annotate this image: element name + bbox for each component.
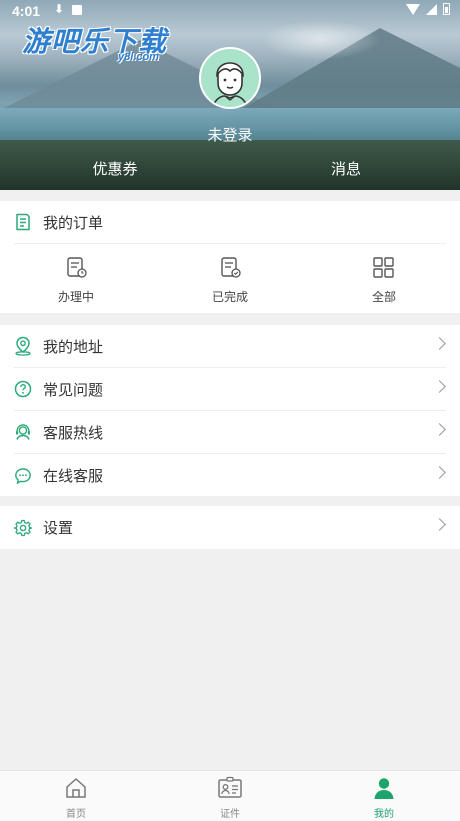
menu-item-faq[interactable]: 常见问题 [14, 368, 446, 411]
nav-home-label: 首页 [66, 809, 86, 820]
home-icon [66, 778, 86, 798]
chevron-right-icon [433, 518, 446, 531]
gear-icon [14, 519, 32, 536]
menu-item-hotline[interactable]: 客服热线 [14, 411, 446, 454]
order-all-label: 全部 [371, 290, 396, 304]
order-completed[interactable]: 已完成 [190, 257, 270, 305]
wifi-icon [406, 3, 420, 15]
status-icons [406, 3, 450, 15]
download-icon: ⬇ [54, 2, 65, 16]
document-check-icon [221, 257, 241, 278]
notification-icon [72, 5, 82, 15]
chevron-right-icon [433, 423, 446, 436]
chevron-right-icon [433, 466, 446, 479]
settings-card: 设置 [0, 506, 460, 549]
menu-item-online-service[interactable]: 在线客服 [14, 454, 446, 497]
headset-icon [16, 424, 30, 440]
orders-card: 我的订单 办理中 已完成 全部 [0, 201, 460, 313]
user-avatar-icon [212, 62, 248, 107]
order-in-progress[interactable]: 办理中 [36, 257, 116, 305]
chat-icon [15, 467, 31, 484]
order-in-progress-label: 办理中 [57, 290, 94, 304]
menu-item-settings[interactable]: 设置 [14, 506, 446, 549]
messages-tab[interactable]: 消息 [286, 158, 406, 179]
id-card-icon [218, 776, 242, 798]
nav-documents[interactable]: 证件 [190, 776, 270, 820]
login-status-text[interactable]: 未登录 [0, 124, 460, 145]
status-time: 4:01 [12, 3, 41, 19]
nav-mine[interactable]: 我的 [344, 776, 424, 820]
menu-item-online-service-label: 在线客服 [43, 467, 104, 485]
order-completed-label: 已完成 [211, 290, 248, 304]
question-icon [14, 380, 32, 398]
orders-header[interactable]: 我的订单 [14, 201, 446, 244]
location-pin-icon [15, 336, 31, 356]
watermark-domain: y8l.com [118, 51, 159, 63]
menu-item-settings-label: 设置 [43, 519, 74, 537]
menu-item-address-label: 我的地址 [43, 337, 104, 356]
menu-item-hotline-label: 客服热线 [43, 423, 104, 442]
order-all[interactable]: 全部 [344, 257, 424, 305]
nav-documents-label: 证件 [220, 809, 240, 820]
chevron-right-icon [433, 337, 446, 350]
menu-card: 我的地址 常见问题 客服热线 在线客服 [0, 325, 460, 496]
menu-item-address[interactable]: 我的地址 [14, 325, 446, 368]
background-snow [260, 20, 380, 60]
nav-home[interactable]: 首页 [36, 776, 116, 820]
document-clock-icon [67, 257, 87, 278]
battery-icon [443, 3, 450, 15]
nav-mine-label: 我的 [374, 809, 394, 820]
orders-title: 我的订单 [43, 213, 104, 232]
order-list-icon [16, 213, 30, 231]
menu-item-faq-label: 常见问题 [43, 380, 104, 399]
avatar[interactable] [199, 47, 261, 109]
profile-header: 4:01 ⬇ 游吧乐下载 y8l.com 未登录 优惠券 消息 [0, 0, 460, 190]
grid-icon [373, 257, 394, 278]
chevron-right-icon [433, 380, 446, 393]
person-icon [374, 778, 394, 799]
signal-icon [426, 3, 437, 15]
bottom-nav: 首页 证件 我的 [0, 770, 460, 821]
coupon-tab[interactable]: 优惠券 [55, 158, 175, 179]
